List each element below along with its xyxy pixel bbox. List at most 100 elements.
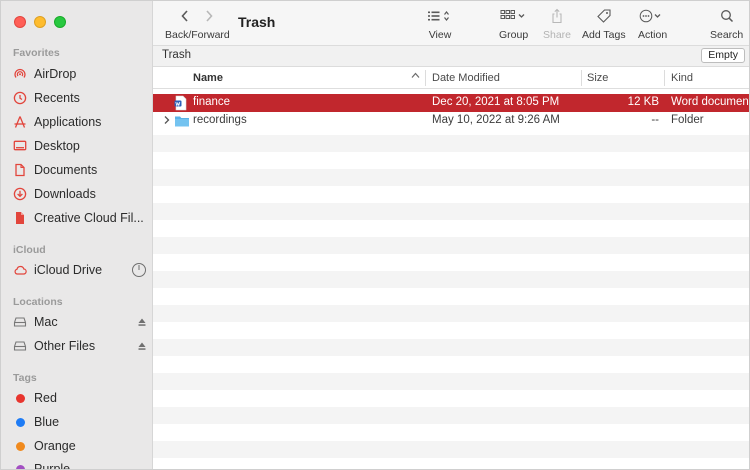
sidebar-item-creative-cloud[interactable]: Creative Cloud Fil... — [13, 207, 147, 229]
document-icon — [13, 163, 27, 177]
storage-status-icon[interactable] — [131, 262, 147, 278]
column-kind[interactable]: Kind — [671, 72, 693, 84]
column-name[interactable]: Name — [193, 72, 223, 84]
sidebar-item-label: Downloads — [34, 187, 96, 201]
sidebar-item-icloud-drive[interactable]: iCloud Drive — [13, 259, 147, 281]
add-tags-button[interactable]: Add Tags — [582, 7, 626, 41]
disclosure-chevron-icon[interactable] — [163, 115, 171, 128]
column-divider[interactable] — [664, 70, 665, 86]
sort-ascending-icon[interactable] — [411, 71, 420, 83]
tag-color-icon — [13, 462, 27, 469]
tags-header: Tags — [13, 372, 37, 384]
sidebar-item-label: Documents — [34, 163, 98, 177]
file-row-recordings[interactable]: recordings May 10, 2022 at 9:26 AM -- Fo… — [153, 112, 749, 131]
sidebar-item-airdrop[interactable]: AirDrop — [13, 63, 147, 85]
folder-icon — [174, 114, 190, 131]
path-bar-title: Trash — [162, 49, 191, 61]
tag-color-icon — [13, 439, 27, 453]
sidebar-item-label: AirDrop — [34, 67, 77, 81]
file-icon — [13, 211, 27, 225]
sidebar-item-label: Purple — [34, 462, 71, 470]
sidebar-item-label: iCloud Drive — [34, 263, 103, 277]
eject-icon[interactable] — [137, 341, 147, 351]
file-date: Dec 20, 2021 at 8:05 PM — [432, 96, 560, 108]
group-icon — [500, 9, 528, 26]
file-kind: Word document — [671, 96, 750, 108]
search-icon — [720, 9, 734, 26]
sidebar-item-tag-red[interactable]: Red — [13, 387, 147, 409]
share-button[interactable]: Share — [543, 7, 571, 41]
sidebar-item-label: Desktop — [34, 139, 80, 153]
file-name: recordings — [193, 114, 247, 126]
action-button[interactable]: Action — [638, 7, 667, 41]
sidebar: Favorites AirDrop Recents Applications D… — [1, 1, 153, 470]
clock-icon — [13, 91, 27, 105]
sidebar-item-desktop[interactable]: Desktop — [13, 135, 147, 157]
sidebar-item-label: Recents — [34, 91, 80, 105]
back-forward-control[interactable]: Back/Forward — [165, 7, 230, 41]
search-label: Search — [710, 29, 744, 41]
zoom-window-button[interactable] — [54, 16, 66, 28]
sidebar-item-tag-blue[interactable]: Blue — [13, 411, 147, 433]
sidebar-item-applications[interactable]: Applications — [13, 111, 147, 133]
sidebar-item-label: Other Files — [34, 339, 96, 353]
column-divider[interactable] — [581, 70, 582, 86]
file-row-finance[interactable]: finance Dec 20, 2021 at 8:05 PM 12 KB Wo… — [153, 94, 750, 112]
path-bar: Trash Empty — [153, 46, 749, 67]
sidebar-item-recents[interactable]: Recents — [13, 87, 147, 109]
ellipsis-circle-icon — [639, 9, 667, 26]
share-icon — [550, 8, 564, 27]
download-icon — [13, 187, 27, 201]
sidebar-item-documents[interactable]: Documents — [13, 159, 147, 181]
empty-trash-button[interactable]: Empty — [701, 48, 745, 63]
tag-color-icon — [13, 391, 27, 405]
sidebar-item-label: Creative Cloud Fil... — [34, 211, 144, 225]
disk-icon — [13, 315, 27, 329]
back-chevron-icon[interactable] — [180, 9, 190, 26]
sidebar-item-label: Red — [34, 391, 57, 405]
window-title: Trash — [238, 14, 276, 30]
sidebar-item-downloads[interactable]: Downloads — [13, 183, 147, 205]
file-name: finance — [193, 96, 231, 108]
file-kind: Folder — [671, 114, 704, 126]
airdrop-icon — [13, 67, 27, 81]
column-header: Name Date Modified Size Kind — [153, 67, 749, 89]
file-size: 12 KB — [627, 96, 659, 108]
sidebar-item-label: Applications — [34, 115, 102, 129]
add-tags-label: Add Tags — [582, 29, 626, 41]
forward-chevron-icon[interactable] — [204, 9, 214, 26]
window-controls — [14, 16, 66, 28]
column-size[interactable]: Size — [587, 72, 608, 84]
back-forward-label: Back/Forward — [165, 29, 230, 41]
tag-icon — [596, 8, 612, 27]
eject-icon[interactable] — [137, 317, 147, 327]
file-date: May 10, 2022 at 9:26 AM — [432, 114, 560, 126]
sidebar-item-mac[interactable]: Mac — [13, 311, 147, 333]
locations-header: Locations — [13, 296, 63, 308]
disk-icon — [13, 339, 27, 353]
sidebar-item-label: Blue — [34, 415, 60, 429]
view-button[interactable]: View — [427, 7, 453, 41]
file-size: -- — [651, 114, 659, 126]
sidebar-item-other-files[interactable]: Other Files — [13, 335, 147, 357]
share-label: Share — [543, 29, 572, 41]
tag-color-icon — [13, 415, 27, 429]
list-view-icon — [427, 9, 453, 26]
cloud-icon — [13, 263, 27, 277]
finder-window: Favorites AirDrop Recents Applications D… — [0, 0, 750, 470]
sidebar-item-tag-orange[interactable]: Orange — [13, 435, 147, 457]
view-label: View — [428, 29, 452, 41]
favorites-header: Favorites — [13, 47, 60, 59]
desktop-icon — [13, 139, 27, 153]
sidebar-item-tag-purple[interactable]: Purple — [13, 458, 147, 470]
column-date-modified[interactable]: Date Modified — [432, 72, 500, 84]
toolbar: Back/Forward Trash View Group Share Add … — [153, 1, 749, 46]
close-window-button[interactable] — [14, 16, 26, 28]
group-button[interactable]: Group — [499, 7, 528, 41]
file-list: finance Dec 20, 2021 at 8:05 PM 12 KB Wo… — [153, 90, 750, 469]
column-divider[interactable] — [425, 70, 426, 86]
applications-icon — [13, 115, 27, 129]
minimize-window-button[interactable] — [34, 16, 46, 28]
sidebar-item-label: Mac — [34, 315, 58, 329]
search-button[interactable]: Search — [710, 7, 743, 41]
